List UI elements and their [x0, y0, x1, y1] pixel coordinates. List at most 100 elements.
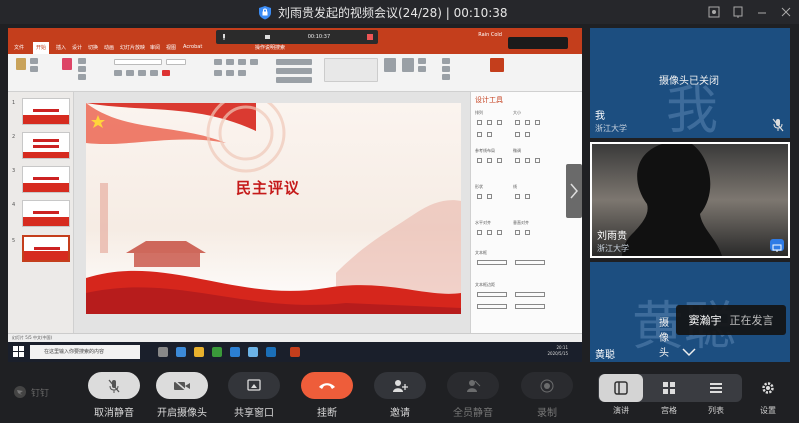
dingtalk-logo-icon — [14, 386, 26, 398]
design-label: 垂直对齐 — [513, 220, 529, 225]
camera-label: 开启摄像头 — [157, 408, 207, 419]
participant-tile-liu[interactable]: 刘雨贵 浙江大学 — [590, 142, 790, 258]
speaking-indicator: 窦瀚宇 正在发言 — [676, 305, 786, 335]
invite-button[interactable]: 邀请 — [370, 372, 430, 419]
ppt-tab-view: 视图 — [166, 45, 177, 51]
shared-screen[interactable]: 文件 开始 插入 设计 切换 动画 幻灯片放映 审阅 视图 Acrobat 操作… — [8, 28, 582, 362]
minimize-icon[interactable] — [755, 4, 769, 18]
speaker-name: 窦瀚宇 — [688, 314, 722, 327]
windows-start-icon — [13, 346, 24, 357]
record-icon — [540, 379, 554, 392]
shield-icon — [259, 5, 271, 19]
view-list-button[interactable]: 列表 — [694, 374, 738, 416]
slide-thumbnail[interactable] — [22, 132, 70, 159]
slide-thumbnail[interactable] — [22, 98, 70, 125]
mute-all-icon — [467, 379, 481, 392]
view-gallery-label: 宫格 — [661, 406, 677, 415]
hangup-label: 挂断 — [317, 408, 337, 419]
taskbar-clock: 20:11 2020/5/15 — [547, 345, 568, 357]
task-view-icon — [158, 347, 168, 357]
pin-icon[interactable] — [731, 4, 745, 18]
slide-thumbnail[interactable] — [22, 166, 70, 193]
screen-share-icon — [247, 378, 261, 391]
powerpoint-icon — [290, 347, 300, 357]
ppt-tab-slideshow: 幻灯片放映 — [120, 45, 146, 51]
meeting-title: 刘雨贵发起的视频会议(24/28) | 00:10:38 — [278, 5, 508, 20]
ribbon-group-font — [112, 56, 208, 84]
camera-off-label: 摄像头已关闭 — [659, 318, 669, 359]
expand-participants-button[interactable] — [566, 164, 582, 218]
ppt-account-box — [508, 37, 568, 49]
ppt-tab-review: 审阅 — [150, 45, 161, 51]
current-slide[interactable]: 民主评议 — [86, 103, 461, 314]
meeting-window: 刘雨贵发起的视频会议(24/28) | 00:10:38 文件 开始 插入 设计… — [0, 0, 799, 423]
slide-number: 3 — [12, 168, 16, 174]
ribbon-group-slides — [58, 56, 108, 84]
app-icon — [230, 347, 240, 357]
mic-icon — [223, 34, 225, 40]
ribbon-group-drawing — [322, 56, 432, 84]
unmute-button-bg — [88, 372, 140, 399]
view-list-label: 列表 — [708, 406, 724, 415]
mute-all-button[interactable]: 全员静音 — [443, 372, 503, 419]
ppt-tab-tellme: 操作说明搜索 — [255, 45, 286, 51]
view-speaker-bg — [599, 374, 643, 402]
window-controls — [707, 4, 793, 18]
slide-number: 4 — [12, 202, 16, 208]
speaker-layout-icon — [614, 381, 628, 395]
screenshot-icon[interactable] — [707, 4, 721, 18]
slide-number: 2 — [12, 134, 16, 140]
design-label: 微调 — [513, 148, 521, 153]
word-icon — [266, 347, 276, 357]
ribbon-group-editing — [438, 56, 474, 84]
view-speaker-button[interactable]: 演讲 — [599, 374, 643, 416]
edge-icon — [248, 347, 258, 357]
ppt-tab-transitions: 切换 — [88, 45, 99, 51]
settings-button[interactable]: 设置 — [752, 374, 784, 416]
slide-thumbnail-selected[interactable] — [22, 235, 70, 262]
record-label: 录制 — [537, 408, 557, 419]
design-label: 参考线布局 — [475, 148, 495, 153]
gear-icon — [762, 382, 774, 394]
share-label: 共享窗口 — [234, 408, 274, 419]
ppt-tab-home: 开始 — [33, 42, 50, 54]
camera-button[interactable]: 开启摄像头 — [152, 372, 212, 419]
participant-name: 我 — [595, 111, 605, 122]
ppt-tab-design: 设计 — [72, 45, 83, 51]
invite-label: 邀请 — [390, 408, 410, 419]
participant-org: 浙江大学 — [597, 244, 629, 253]
phone-hangup-icon — [319, 382, 335, 389]
camera-off-icon — [173, 378, 190, 393]
slide-thumbnail[interactable] — [22, 200, 70, 227]
participant-name: 刘雨贵 — [597, 231, 627, 242]
record-button[interactable]: 录制 — [517, 372, 577, 419]
slide-thumbnails: 1 2 3 4 5 — [8, 92, 74, 333]
app-icon — [176, 347, 186, 357]
add-user-icon — [393, 379, 408, 392]
mute-all-label: 全员静音 — [453, 408, 493, 419]
share-control-bar: 00:10:37 — [216, 30, 378, 44]
unmute-button[interactable]: 取消静音 — [84, 372, 144, 419]
list-layout-icon — [710, 383, 722, 393]
screen-share-icon — [770, 239, 784, 252]
share-window-button[interactable]: 共享窗口 — [224, 372, 284, 419]
chevron-down-icon[interactable] — [681, 347, 697, 357]
ppt-user-name: Rain Cold — [478, 32, 502, 38]
participant-org: 浙江大学 — [595, 124, 627, 133]
participant-tile-me[interactable]: 我 摄像头已关闭 我 浙江大学 — [590, 28, 790, 138]
ppt-status-bar: 幻灯片 5/5 中文(中国) — [8, 333, 582, 342]
mic-muted-icon — [108, 379, 120, 393]
design-label: 水平对齐 — [475, 220, 491, 225]
windows-taskbar: 在这里输入你要搜索的内容 20:11 2020/5/15 — [8, 342, 582, 362]
ribbon-group-paragraph — [212, 56, 318, 84]
slide-artwork — [86, 103, 461, 314]
brand-logo: 钉钉 — [13, 385, 49, 399]
chrome-icon — [212, 347, 222, 357]
ppt-tab-acrobat: Acrobat — [183, 44, 203, 50]
close-icon[interactable] — [779, 4, 793, 18]
view-gallery-button[interactable]: 宫格 — [647, 374, 691, 416]
hangup-button[interactable]: 挂断 — [297, 372, 357, 419]
slide-number: 5 — [12, 238, 16, 244]
slide-title: 民主评议 — [236, 179, 301, 197]
design-label: 文本框 — [475, 250, 487, 255]
